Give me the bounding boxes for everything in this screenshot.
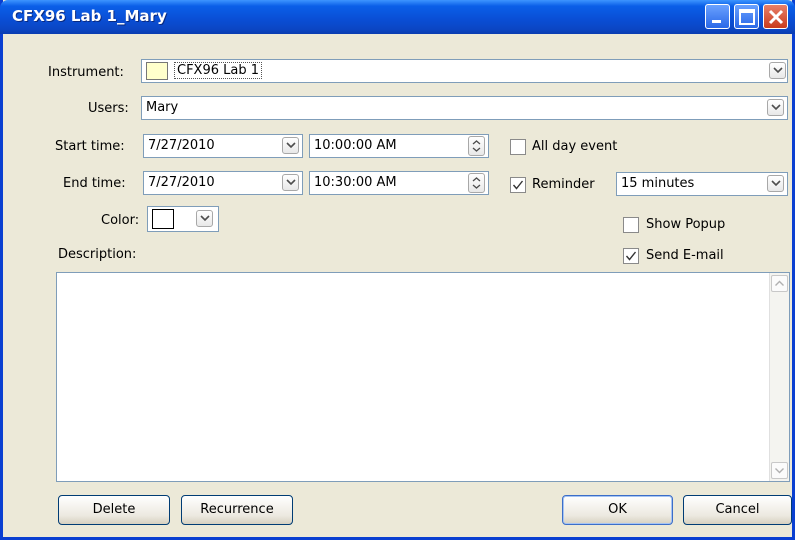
instrument-value: CFX96 Lab 1: [174, 62, 262, 79]
recurrence-button[interactable]: Recurrence: [181, 495, 293, 525]
chevron-down-icon: [771, 180, 781, 187]
users-value: Mary: [146, 100, 179, 115]
minimize-button[interactable]: [705, 4, 730, 29]
reminder-interval-value: 15 minutes: [621, 176, 695, 191]
show-popup-label: Show Popup: [646, 217, 726, 232]
scroll-up-icon: [775, 280, 784, 286]
all-day-event-label: All day event: [532, 139, 618, 154]
end-time-label: End time:: [63, 176, 126, 191]
maximize-button[interactable]: [734, 4, 759, 29]
cancel-button[interactable]: Cancel: [683, 495, 792, 525]
delete-button[interactable]: Delete: [58, 495, 170, 525]
start-time-input[interactable]: 10:00:00 AM: [309, 134, 489, 158]
spinner-arrows-icon: [472, 177, 481, 189]
close-icon: [768, 9, 784, 25]
end-date-picker[interactable]: 7/27/2010: [143, 171, 303, 195]
ok-button[interactable]: OK: [562, 495, 673, 525]
chevron-down-icon: [286, 142, 296, 149]
instrument-select[interactable]: CFX96 Lab 1: [141, 59, 788, 83]
chevron-down-icon: [771, 104, 781, 111]
start-date-picker[interactable]: 7/27/2010: [143, 134, 303, 158]
start-date-dropdown-button[interactable]: [282, 137, 299, 154]
chevron-down-icon: [773, 67, 783, 74]
reminder-dropdown-button[interactable]: [767, 175, 784, 192]
scroll-down-button[interactable]: [771, 462, 788, 479]
description-scrollbar[interactable]: [769, 273, 789, 481]
appointment-dialog: CFX96 Lab 1_Mary Instrument: CFX96 Lab 1…: [0, 0, 795, 540]
spinner-arrows-icon: [472, 140, 481, 152]
instrument-label: Instrument:: [48, 65, 124, 80]
show-popup-checkbox[interactable]: [623, 217, 639, 233]
description-label: Description:: [58, 247, 137, 262]
maximize-icon: [739, 9, 755, 25]
start-time-value: 10:00:00 AM: [314, 138, 397, 153]
end-time-value: 10:30:00 AM: [314, 175, 397, 190]
reminder-interval-select[interactable]: 15 minutes: [616, 172, 788, 196]
send-email-checkbox[interactable]: [623, 248, 639, 264]
minimize-icon: [712, 20, 721, 23]
checkmark-icon: [512, 180, 524, 190]
color-picker[interactable]: [147, 206, 219, 232]
description-textarea[interactable]: [56, 272, 790, 482]
reminder-label: Reminder: [532, 177, 595, 192]
color-dropdown-button[interactable]: [196, 210, 213, 227]
start-date-value: 7/27/2010: [148, 138, 215, 153]
start-time-spinner[interactable]: [468, 136, 485, 156]
reminder-checkbox[interactable]: [510, 177, 526, 193]
instrument-dropdown-button[interactable]: [769, 62, 786, 79]
send-email-label: Send E-mail: [646, 248, 724, 263]
window-title: CFX96 Lab 1_Mary: [12, 7, 167, 25]
end-time-input[interactable]: 10:30:00 AM: [309, 171, 489, 195]
users-select[interactable]: Mary: [141, 96, 788, 120]
start-time-label: Start time:: [55, 139, 125, 154]
end-time-spinner[interactable]: [468, 173, 485, 193]
title-bar[interactable]: CFX96 Lab 1_Mary: [0, 0, 795, 34]
scroll-up-button[interactable]: [771, 275, 788, 292]
color-swatch: [152, 209, 174, 229]
end-date-dropdown-button[interactable]: [282, 174, 299, 191]
end-date-value: 7/27/2010: [148, 175, 215, 190]
chevron-down-icon: [286, 179, 296, 186]
checkmark-icon: [625, 251, 637, 261]
users-label: Users:: [88, 101, 129, 116]
close-button[interactable]: [763, 4, 788, 29]
color-label: Color:: [101, 213, 140, 228]
instrument-color-swatch: [146, 62, 168, 80]
chevron-down-icon: [200, 215, 210, 222]
scroll-down-icon: [775, 468, 784, 474]
users-dropdown-button[interactable]: [767, 99, 784, 116]
all-day-event-checkbox[interactable]: [510, 139, 526, 155]
